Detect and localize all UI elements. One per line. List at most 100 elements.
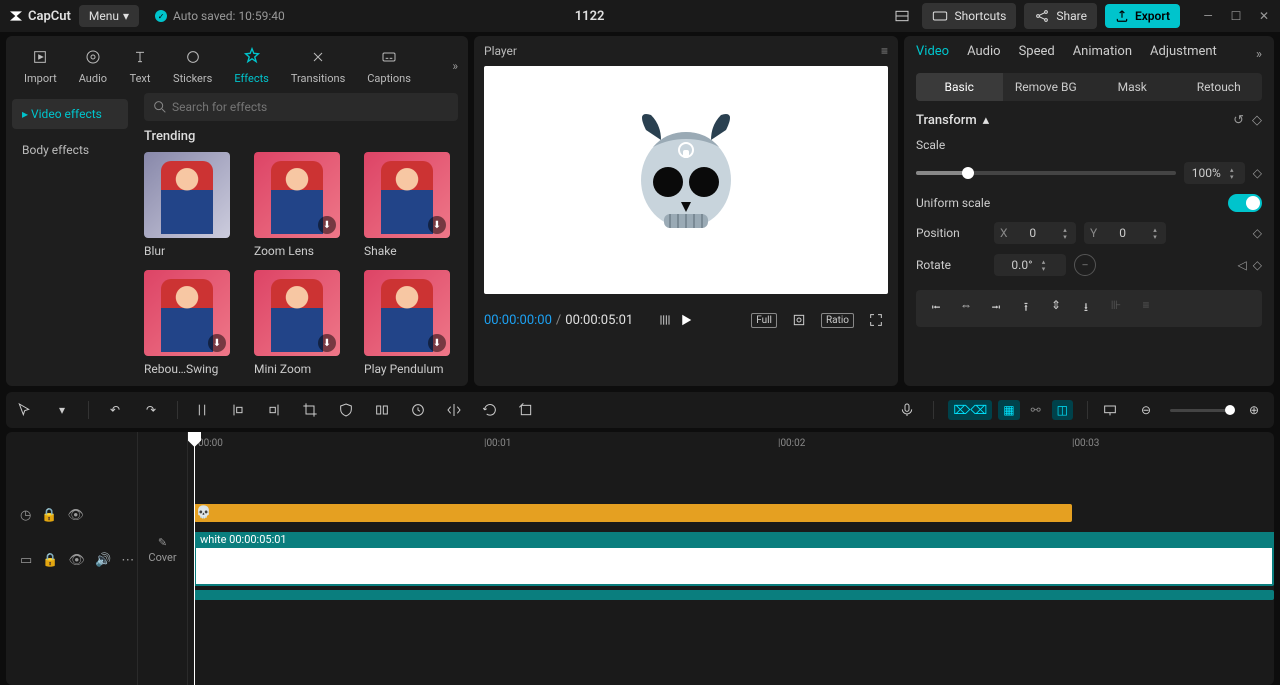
time-ruler[interactable]: 00:00 |00:01 |00:02 |00:03 [188, 432, 1274, 460]
menu-button[interactable]: Menu ▾ [79, 5, 139, 27]
compound-icon[interactable] [374, 402, 394, 418]
audio-clip[interactable] [194, 590, 1274, 600]
video-clip[interactable]: white 00:00:05:01 [194, 532, 1274, 586]
eye-icon[interactable]: 👁 [68, 508, 85, 523]
sidebar-body-effects[interactable]: Body effects [12, 135, 128, 165]
preview-canvas[interactable] [484, 66, 888, 294]
shield-icon[interactable] [338, 402, 358, 418]
position-x-input[interactable]: X0▴▾ [994, 222, 1076, 244]
preview-axis-icon[interactable] [1102, 402, 1122, 418]
download-icon[interactable]: ⬇ [428, 216, 446, 234]
full-button[interactable]: Full [751, 313, 777, 328]
split-icon[interactable] [194, 402, 214, 418]
tab-effects[interactable]: Effects [226, 44, 277, 87]
undo-icon[interactable]: ↶ [105, 403, 125, 417]
tab-captions[interactable]: Captions [359, 44, 419, 87]
mic-icon[interactable] [899, 402, 919, 418]
effect-item[interactable]: ⬇Shake [364, 152, 458, 258]
more-tabs-icon[interactable]: » [452, 59, 458, 73]
subtab-mask[interactable]: Mask [1089, 73, 1176, 101]
download-icon[interactable]: ⬇ [318, 216, 336, 234]
trim-left-icon[interactable] [230, 402, 250, 418]
more-rtabs-icon[interactable]: » [1256, 47, 1262, 62]
maximize-button[interactable]: ☐ [1228, 8, 1244, 24]
rotate-icon[interactable] [482, 402, 502, 418]
effect-item[interactable]: ⬇Mini Zoom [254, 270, 348, 376]
link-icon[interactable]: ⚯ [1026, 400, 1046, 420]
mirror-icon[interactable] [446, 402, 466, 418]
keyframe-icon[interactable]: ◇ [1253, 226, 1262, 240]
eye-icon[interactable]: 👁 [68, 553, 85, 568]
download-icon[interactable]: ⬇ [208, 334, 226, 352]
rotate-dial[interactable]: ― [1074, 254, 1096, 276]
align-right-icon[interactable]: ⭲ [986, 298, 1006, 319]
rtab-animation[interactable]: Animation [1073, 44, 1132, 65]
download-icon[interactable]: ⬇ [428, 334, 446, 352]
subtab-removebg[interactable]: Remove BG [1003, 73, 1090, 101]
zoom-in-icon[interactable]: ⊕ [1244, 403, 1264, 417]
subtab-basic[interactable]: Basic [916, 73, 1003, 101]
more-icon[interactable]: ⋯ [121, 553, 134, 568]
project-title[interactable]: 1122 [293, 9, 887, 24]
effect-clip[interactable]: 💀 [194, 504, 1072, 522]
ratio-button[interactable]: Ratio [821, 313, 854, 328]
play-button[interactable] [673, 307, 699, 333]
zoom-out-icon[interactable]: ⊖ [1136, 403, 1156, 417]
tab-text[interactable]: Text [121, 44, 159, 87]
fullscreen-icon[interactable] [864, 308, 888, 332]
redo-icon[interactable]: ↷ [141, 403, 161, 417]
lock-icon[interactable]: 🔒 [42, 553, 58, 568]
magnet-main-icon[interactable]: ⌦⌫ [948, 400, 992, 420]
effects-search-input[interactable] [144, 93, 458, 121]
reset-icon[interactable]: ↺ [1233, 113, 1244, 128]
transform-heading[interactable]: Transform▴ ↺ ◇ [916, 113, 1262, 128]
tab-transitions[interactable]: Transitions [283, 44, 353, 87]
rtab-video[interactable]: Video [916, 44, 949, 65]
keyframe-icon[interactable]: ◇ [1253, 258, 1262, 272]
scale-value[interactable]: 100%▴▾ [1184, 162, 1245, 184]
rtab-audio[interactable]: Audio [967, 44, 1000, 65]
align-left-icon[interactable]: ⭰ [926, 298, 946, 319]
scale-slider[interactable] [916, 171, 1176, 175]
scale-fit-icon[interactable] [787, 308, 811, 332]
align-bottom-icon[interactable]: ⭳ [1076, 298, 1096, 319]
keyframe-left-icon[interactable]: ◁ [1238, 258, 1247, 272]
subtab-retouch[interactable]: Retouch [1176, 73, 1263, 101]
magnet-track-icon[interactable]: ▦ [998, 400, 1019, 420]
caret-down-icon[interactable]: ▾ [52, 403, 72, 417]
keyframe-icon[interactable]: ◇ [1253, 166, 1262, 180]
crop2-icon[interactable] [518, 402, 538, 418]
tracks-area[interactable]: 00:00 |00:01 |00:02 |00:03 💀 white 00:00… [188, 432, 1274, 685]
clip-icon[interactable]: ▭ [20, 553, 32, 568]
tab-stickers[interactable]: Stickers [165, 44, 220, 87]
selection-tool-icon[interactable] [16, 402, 36, 418]
crop-icon[interactable] [302, 402, 322, 418]
shortcuts-button[interactable]: Shortcuts [922, 3, 1016, 29]
lock-icon[interactable]: 🔒 [41, 508, 57, 523]
trim-right-icon[interactable] [266, 402, 286, 418]
keyframe-icon[interactable]: ◇ [1252, 113, 1262, 128]
player-menu-icon[interactable]: ≡ [881, 44, 888, 58]
align-top-icon[interactable]: ⭱ [1016, 298, 1036, 319]
effect-item[interactable]: Blur [144, 152, 238, 258]
align-center-h-icon[interactable]: ⇔ [956, 298, 976, 319]
zoom-slider[interactable] [1170, 409, 1230, 412]
share-button[interactable]: Share [1024, 3, 1097, 29]
export-button[interactable]: Export [1105, 4, 1180, 28]
rtab-speed[interactable]: Speed [1019, 44, 1055, 65]
mute-icon[interactable]: 🔊 [95, 553, 111, 568]
tab-audio[interactable]: Audio [71, 44, 115, 87]
rotate-value[interactable]: 0.0°▴▾ [994, 254, 1066, 276]
download-icon[interactable]: ⬇ [318, 334, 336, 352]
snap-icon[interactable]: ◫ [1052, 400, 1073, 420]
rtab-adjustment[interactable]: Adjustment [1150, 44, 1217, 65]
minimize-button[interactable]: ― [1200, 8, 1216, 24]
playhead[interactable] [194, 432, 195, 685]
align-center-v-icon[interactable]: ⇕ [1046, 298, 1066, 319]
close-button[interactable]: ✕ [1256, 8, 1272, 24]
reverse-icon[interactable] [410, 402, 430, 418]
position-y-input[interactable]: Y0▴▾ [1084, 222, 1166, 244]
effect-item[interactable]: ⬇Zoom Lens [254, 152, 348, 258]
tab-import[interactable]: Import [16, 44, 65, 87]
layout-icon[interactable] [894, 8, 914, 24]
